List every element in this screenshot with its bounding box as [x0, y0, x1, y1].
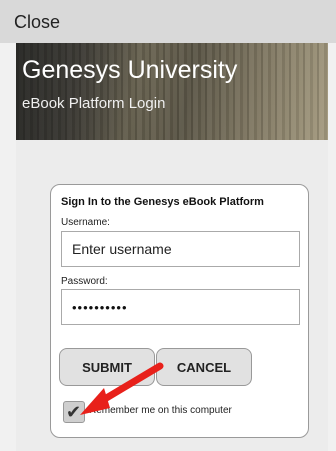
red-arrow-annotation-icon	[80, 362, 164, 415]
